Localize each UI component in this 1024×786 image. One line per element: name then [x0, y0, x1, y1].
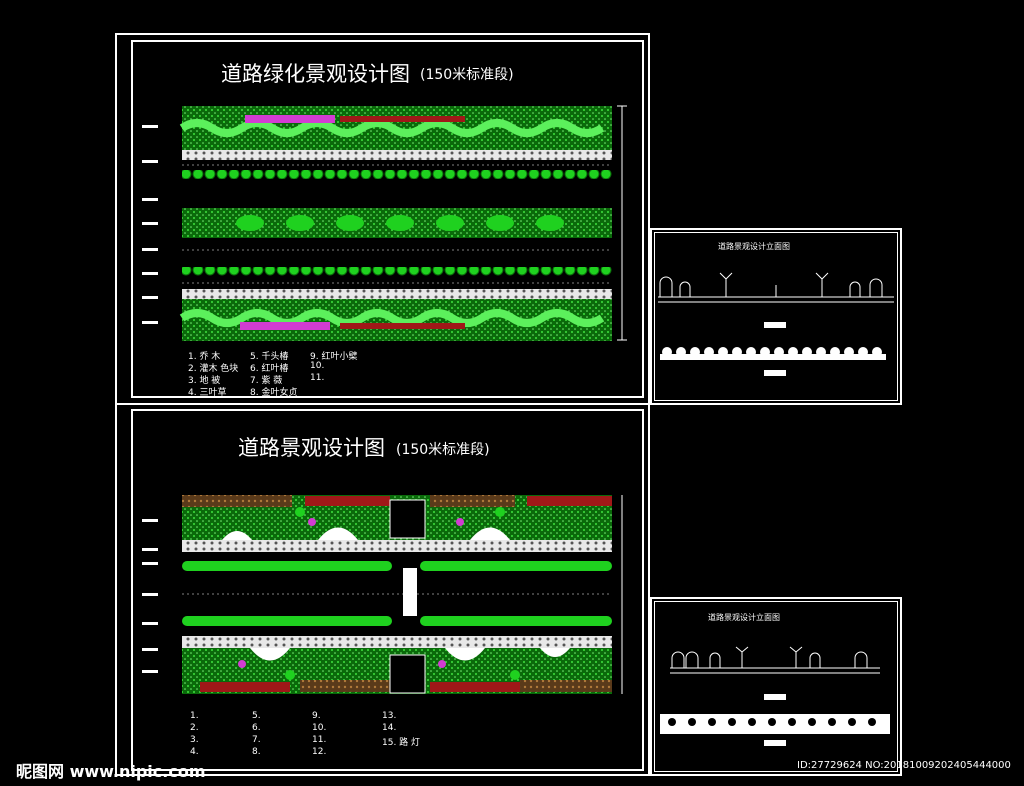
legend-item: 12.	[312, 747, 327, 757]
legend-item: 15. 路 灯	[382, 738, 421, 748]
legend-item: 8. 金叶女贞	[250, 388, 298, 398]
legend-item: 13.	[382, 711, 397, 721]
legend-item: 1.	[190, 711, 199, 721]
top-plan-drawing	[142, 105, 627, 341]
legend-item: 10.	[312, 723, 327, 733]
legend-item: 10.	[310, 361, 325, 371]
section-top-drawing	[658, 272, 894, 376]
legend-item: 3.	[190, 735, 199, 745]
watermark-left: 昵图网 www.nipic.com	[16, 762, 206, 781]
watermark-right: ID:27729624 NO:20181009202405444000	[797, 760, 1011, 771]
legend-item: 5.	[252, 711, 261, 721]
section-bottom-drawing	[660, 646, 890, 746]
legend-item: 4. 三叶草	[188, 388, 227, 398]
legend-item: 14.	[382, 723, 397, 733]
drawing-canvas	[142, 105, 894, 746]
legend-item: 9.	[312, 711, 321, 721]
bottom-plan-drawing	[142, 495, 623, 694]
legend-item: 4.	[190, 747, 199, 757]
legend-item: 11.	[310, 373, 325, 383]
legend-item: 7.	[252, 735, 261, 745]
legend-item: 8.	[252, 747, 261, 757]
legend-item: 11.	[312, 735, 327, 745]
legend-item: 6.	[252, 723, 261, 733]
legend-item: 2.	[190, 723, 199, 733]
